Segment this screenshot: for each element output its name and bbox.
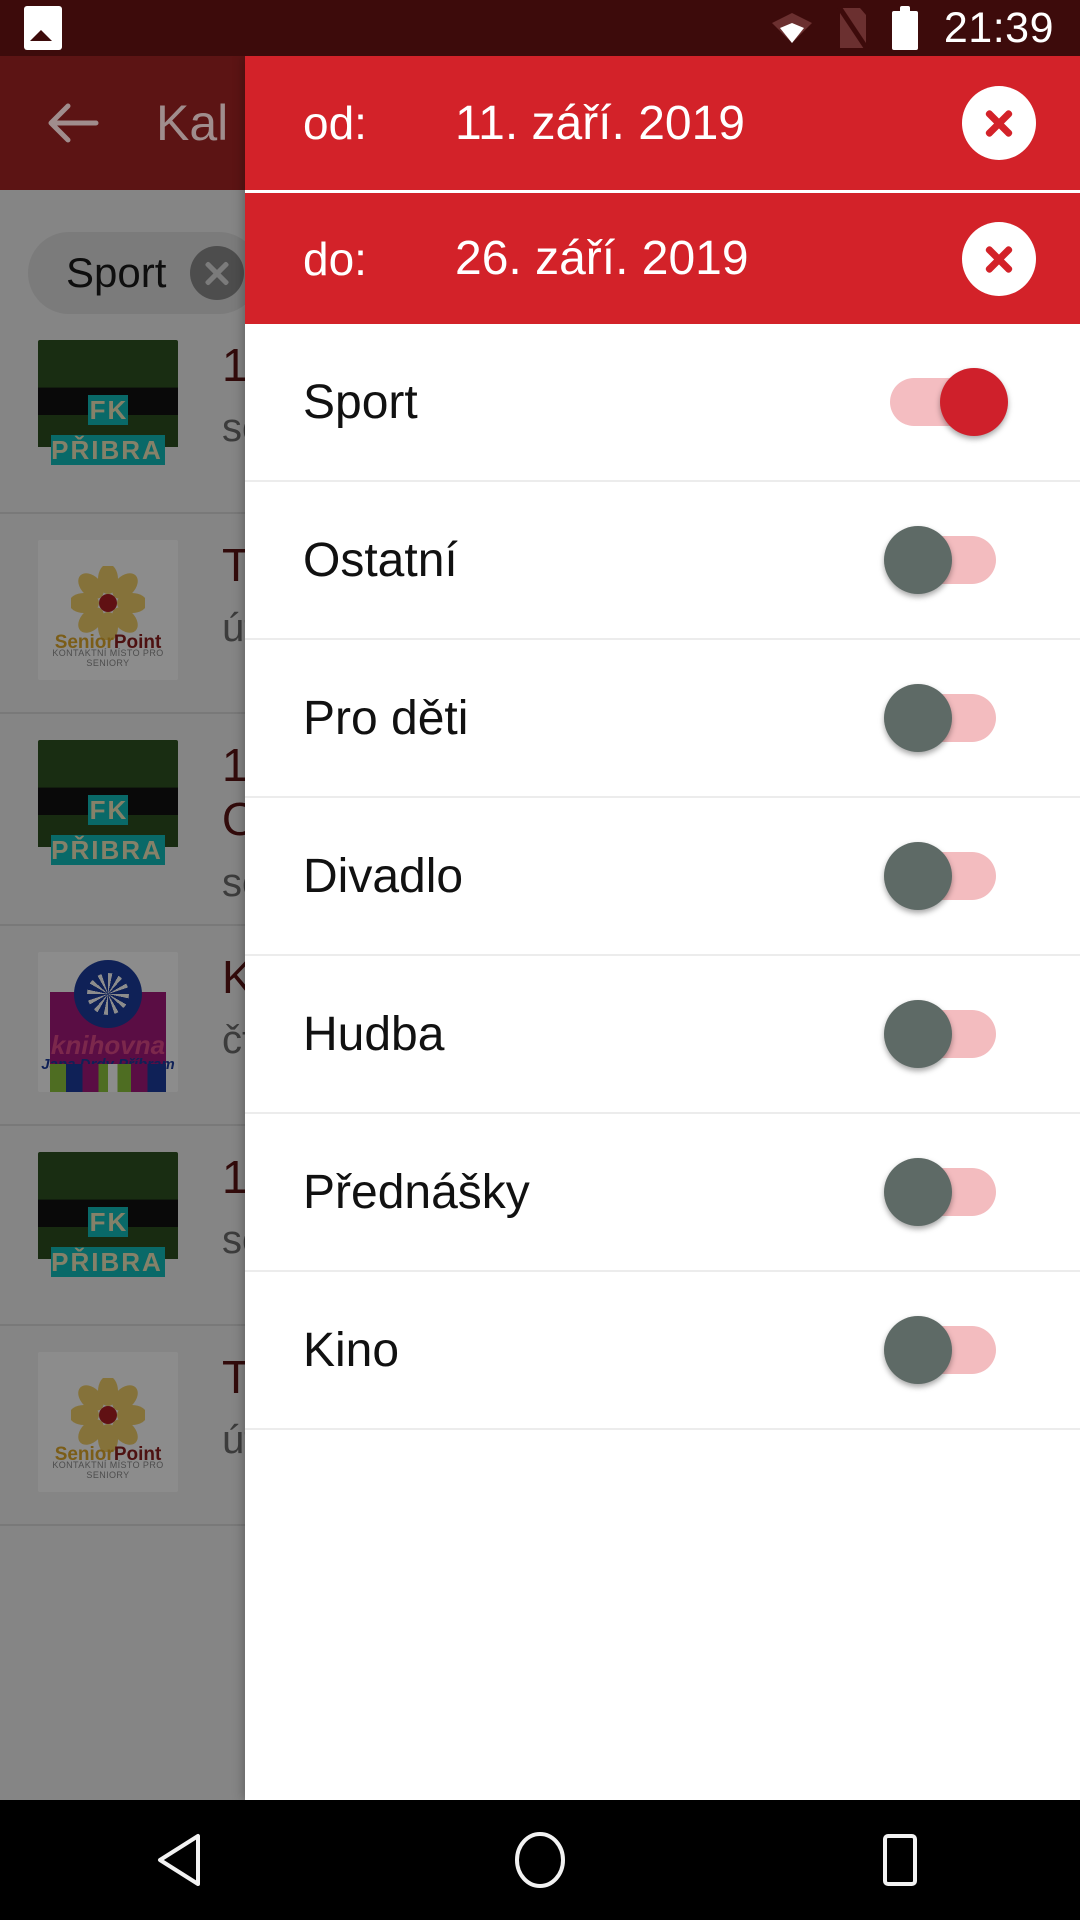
- category-row-hudba[interactable]: Hudba: [245, 956, 1080, 1114]
- category-row-sport[interactable]: Sport: [245, 324, 1080, 482]
- category-toggle-divadlo[interactable]: [882, 838, 1014, 914]
- category-label: Hudba: [303, 1007, 445, 1061]
- category-row-kino[interactable]: Kino: [245, 1272, 1080, 1430]
- android-screen: 21:39 Kal Sport FK PŘIBRA 1. so SeniorPo…: [0, 0, 1080, 1920]
- date-from-value[interactable]: 11. září. 2019: [455, 96, 962, 151]
- status-bar-left: [24, 6, 62, 50]
- category-label: Pro děti: [303, 691, 469, 745]
- sim-card-icon: [836, 5, 870, 51]
- page-title: Kal: [156, 95, 229, 151]
- battery-icon: [891, 6, 918, 50]
- home-circle-icon[interactable]: [450, 1800, 630, 1920]
- date-to-value[interactable]: 26. září. 2019: [455, 231, 962, 286]
- status-bar: 21:39: [0, 0, 1080, 56]
- date-to-row[interactable]: do: 26. září. 2019: [245, 190, 1080, 324]
- photo-icon: [24, 6, 62, 50]
- category-toggle-kino[interactable]: [882, 1312, 1014, 1388]
- date-to-label: do:: [303, 232, 367, 285]
- category-row-divadlo[interactable]: Divadlo: [245, 798, 1080, 956]
- status-bar-right: 21:39: [770, 4, 1054, 53]
- category-row-ostatni[interactable]: Ostatní: [245, 482, 1080, 640]
- category-label: Sport: [303, 375, 418, 429]
- category-toggle-hudba[interactable]: [882, 996, 1014, 1072]
- status-bar-clock: 21:39: [943, 3, 1054, 52]
- category-label: Kino: [303, 1323, 400, 1377]
- wifi-icon: [770, 9, 814, 47]
- category-toggle-pro-deti[interactable]: [882, 680, 1014, 756]
- date-from-label: od:: [303, 97, 367, 149]
- date-from-row[interactable]: od: 11. září. 2019: [245, 56, 1080, 190]
- android-nav-bar: [0, 1800, 1080, 1920]
- recents-square-icon[interactable]: [810, 1800, 990, 1920]
- category-toggle-prednasky[interactable]: [882, 1154, 1014, 1230]
- category-toggle-ostatni[interactable]: [882, 522, 1014, 598]
- clear-circle-icon[interactable]: [962, 86, 1036, 160]
- category-label: Ostatní: [303, 533, 458, 587]
- category-row-prednasky[interactable]: Přednášky: [245, 1114, 1080, 1272]
- category-label: Přednášky: [303, 1165, 530, 1219]
- category-row-pro-deti[interactable]: Pro děti: [245, 640, 1080, 798]
- category-label: Divadlo: [303, 849, 464, 903]
- back-triangle-icon[interactable]: [90, 1800, 270, 1920]
- category-toggle-sport[interactable]: [882, 364, 1014, 440]
- clear-circle-icon[interactable]: [962, 221, 1036, 296]
- back-arrow-icon[interactable]: [42, 92, 104, 154]
- filter-panel: od: 11. září. 2019 do: 26. září. 2019 Sp…: [245, 56, 1080, 1800]
